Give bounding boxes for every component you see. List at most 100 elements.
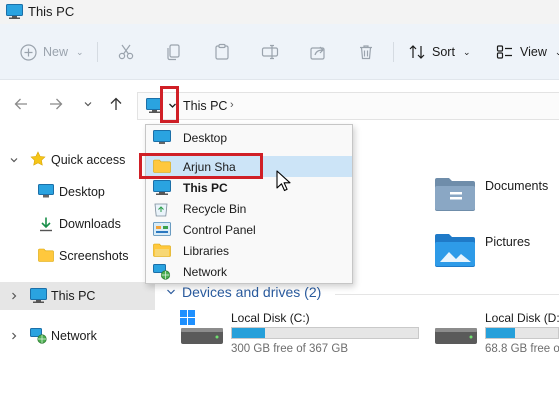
menu-item-label: Control Panel bbox=[183, 223, 256, 237]
section-title: Devices and drives (2) bbox=[182, 284, 322, 300]
cut-button[interactable] bbox=[117, 38, 135, 66]
new-button[interactable]: New ⌄ bbox=[20, 38, 84, 66]
this-pc-icon bbox=[153, 180, 171, 198]
control-panel-icon bbox=[153, 222, 171, 240]
annotation-highlight-box bbox=[139, 153, 263, 179]
devices-and-drives-header[interactable]: Devices and drives (2) bbox=[166, 284, 321, 300]
menu-item-desktop[interactable]: Desktop bbox=[146, 127, 352, 148]
share-button[interactable] bbox=[309, 38, 327, 66]
chevron-right-icon[interactable] bbox=[9, 290, 19, 304]
menu-item-label: Desktop bbox=[183, 131, 228, 145]
sort-button[interactable]: Sort ⌄ bbox=[408, 38, 470, 66]
rename-button[interactable] bbox=[261, 38, 279, 66]
mouse-cursor-icon bbox=[276, 170, 292, 195]
menu-item-control-panel[interactable]: Control Panel bbox=[146, 219, 352, 240]
chevron-down-icon bbox=[166, 284, 176, 300]
sidebar-item-network[interactable]: Network bbox=[0, 322, 155, 350]
arrow-left-icon bbox=[14, 97, 28, 114]
chevron-down-icon: ⌄ bbox=[462, 46, 471, 57]
up-button[interactable] bbox=[106, 95, 126, 115]
sort-arrows-icon bbox=[408, 43, 426, 61]
drive-free-space: 68.8 GB free of 1 bbox=[485, 343, 559, 355]
sidebar-item-label: Quick access bbox=[51, 153, 126, 167]
sidebar-item-screenshots[interactable]: Screenshots bbox=[0, 242, 155, 270]
rename-icon bbox=[261, 43, 279, 61]
sidebar-item-desktop[interactable]: Desktop bbox=[0, 178, 155, 206]
delete-button[interactable] bbox=[357, 38, 375, 66]
command-bar: New ⌄ Sort ⌄ View ⌄ bbox=[0, 24, 559, 80]
sort-label: Sort bbox=[432, 45, 455, 59]
window-title: This PC bbox=[28, 4, 75, 19]
this-pc-icon bbox=[30, 288, 47, 306]
new-label: New bbox=[43, 45, 69, 59]
network-icon bbox=[153, 264, 171, 283]
chevron-down-icon: ⌄ bbox=[554, 46, 559, 57]
libraries-icon bbox=[153, 243, 171, 261]
view-button[interactable]: View ⌄ bbox=[496, 38, 559, 66]
clipboard-icon bbox=[213, 43, 231, 61]
view-list-icon bbox=[496, 43, 514, 61]
forward-button[interactable] bbox=[46, 95, 66, 115]
breadcrumb-this-pc[interactable]: This PC bbox=[183, 99, 227, 113]
scissors-icon bbox=[117, 43, 135, 61]
trash-icon bbox=[357, 43, 375, 61]
share-icon bbox=[309, 43, 327, 61]
menu-item-network[interactable]: Network bbox=[146, 261, 352, 282]
drive-name: Local Disk (D:) bbox=[485, 311, 559, 325]
menu-item-label: Network bbox=[183, 265, 228, 279]
toolbar-divider bbox=[97, 42, 98, 62]
drive-icon bbox=[180, 310, 224, 349]
back-button[interactable] bbox=[11, 95, 31, 115]
plus-circle-icon bbox=[20, 43, 37, 61]
title-bar: This PC bbox=[0, 0, 559, 24]
drive-icon bbox=[434, 310, 478, 349]
chevron-right-icon[interactable] bbox=[9, 330, 19, 344]
arrow-up-icon bbox=[109, 97, 123, 114]
navigation-pane: Quick access Desktop Downloads Screensho… bbox=[0, 130, 155, 394]
sidebar-item-quick-access[interactable]: Quick access bbox=[0, 146, 155, 174]
annotation-highlight-box bbox=[160, 86, 179, 123]
network-icon bbox=[30, 328, 47, 347]
desktop-icon bbox=[153, 130, 171, 147]
folder-label: Documents bbox=[485, 179, 549, 193]
chevron-down-icon[interactable] bbox=[9, 154, 19, 168]
section-divider bbox=[335, 294, 559, 295]
view-label: View bbox=[520, 45, 547, 59]
sidebar-item-label: Desktop bbox=[59, 185, 105, 199]
address-dropdown-menu: Desktop Arjun Sha This PC Recycle Bin Co… bbox=[145, 124, 353, 284]
copy-button[interactable] bbox=[165, 38, 183, 66]
folder-label: Pictures bbox=[485, 235, 531, 249]
recent-locations-button[interactable] bbox=[78, 95, 98, 115]
documents-folder-icon bbox=[434, 176, 476, 215]
arrow-right-icon bbox=[49, 97, 63, 114]
sidebar-item-label: Downloads bbox=[59, 217, 121, 231]
menu-item-label: Recycle Bin bbox=[183, 202, 247, 216]
sidebar-item-downloads[interactable]: Downloads bbox=[0, 210, 155, 238]
sidebar-item-label: Screenshots bbox=[59, 249, 129, 263]
drive-usage-fill bbox=[232, 328, 266, 338]
drive-usage-bar bbox=[485, 327, 559, 339]
drive-free-space: 300 GB free of 367 GB bbox=[231, 343, 348, 355]
drive-name: Local Disk (C:) bbox=[231, 311, 310, 325]
copy-icon bbox=[165, 43, 183, 61]
menu-item-label: Libraries bbox=[183, 244, 230, 258]
star-icon bbox=[30, 151, 46, 170]
sidebar-item-this-pc[interactable]: This PC bbox=[0, 282, 155, 310]
drive-usage-bar bbox=[231, 327, 419, 339]
drive-usage-fill bbox=[486, 328, 515, 338]
menu-item-libraries[interactable]: Libraries bbox=[146, 240, 352, 261]
desktop-icon bbox=[38, 184, 54, 201]
this-pc-icon bbox=[6, 4, 23, 22]
pictures-folder-icon bbox=[434, 232, 476, 271]
download-arrow-icon bbox=[38, 216, 54, 235]
toolbar-divider bbox=[393, 42, 394, 62]
menu-item-this-pc[interactable]: This PC bbox=[146, 177, 352, 198]
chevron-down-icon: ⌄ bbox=[76, 46, 84, 57]
folder-icon bbox=[38, 248, 54, 265]
menu-item-label: This PC bbox=[183, 181, 228, 195]
recycle-bin-icon bbox=[154, 201, 168, 220]
breadcrumb-separator-icon[interactable]: › bbox=[230, 99, 234, 111]
sidebar-item-label: Network bbox=[51, 329, 97, 343]
paste-button[interactable] bbox=[213, 38, 231, 66]
menu-item-recycle-bin[interactable]: Recycle Bin bbox=[146, 198, 352, 219]
